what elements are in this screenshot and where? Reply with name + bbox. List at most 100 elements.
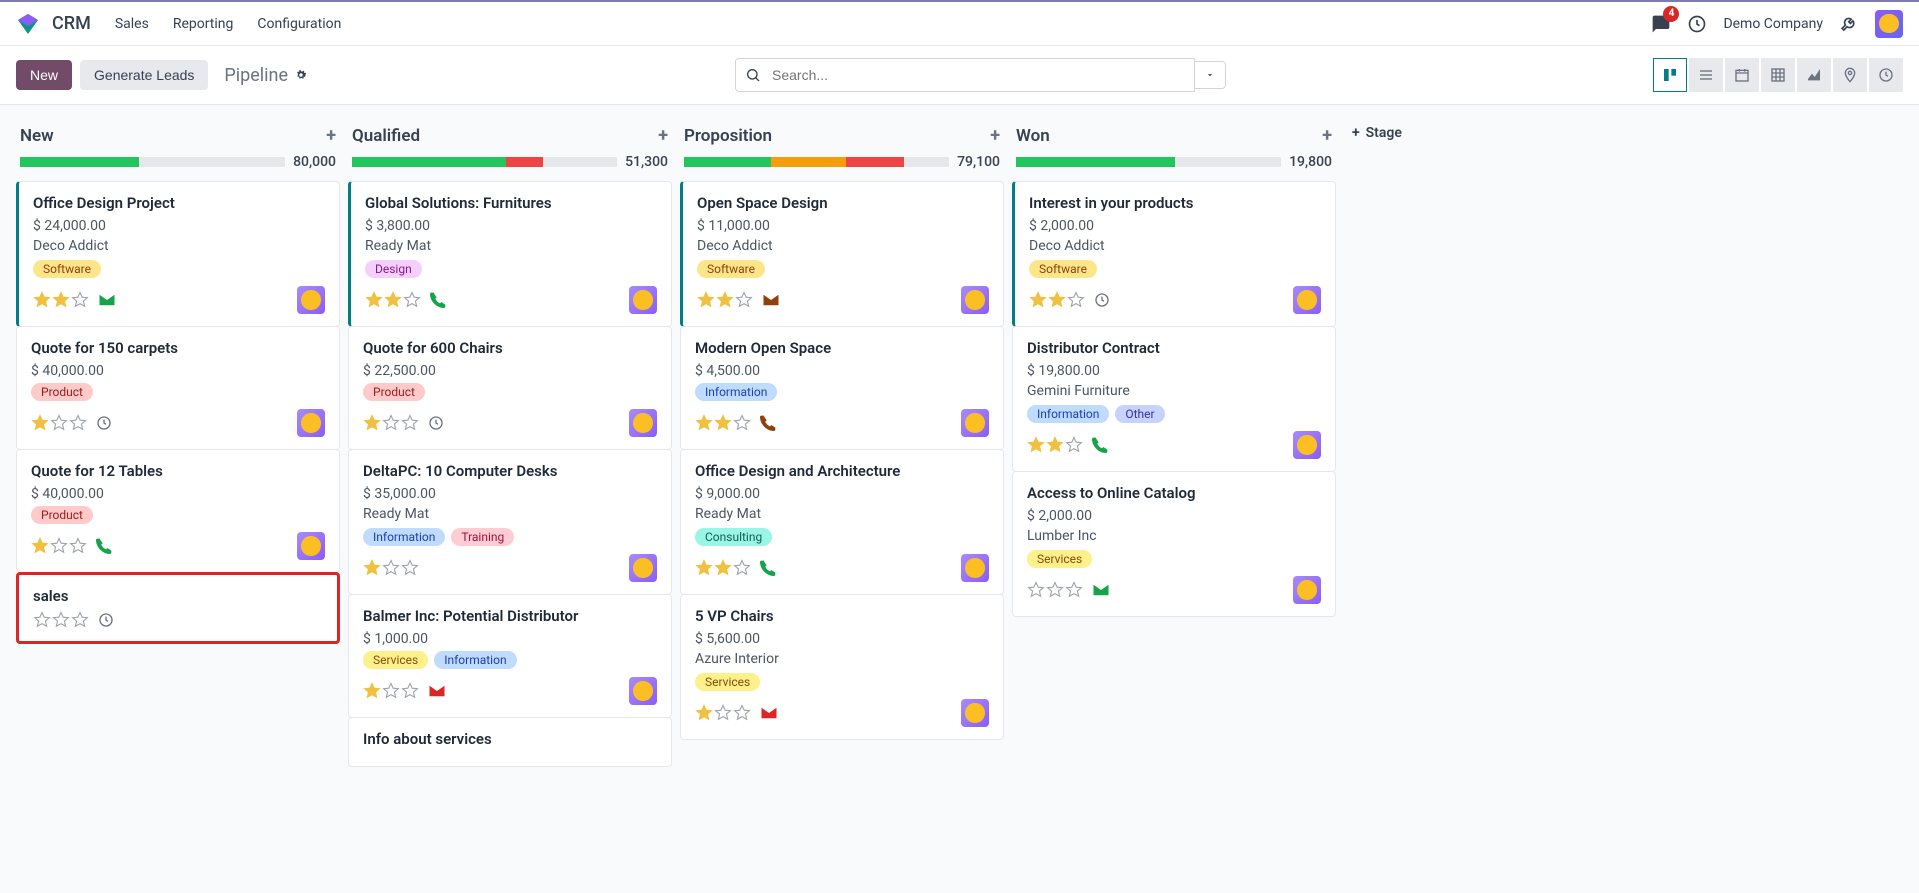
nav-link-configuration[interactable]: Configuration	[257, 16, 341, 32]
messages-button[interactable]: 4	[1651, 14, 1671, 34]
card-tag[interactable]: Services	[1027, 550, 1092, 568]
add-stage-button[interactable]: + Stage	[1352, 125, 1436, 141]
breadcrumb-pipeline[interactable]: Pipeline	[224, 65, 288, 86]
generate-leads-button[interactable]: Generate Leads	[80, 60, 208, 90]
kanban-card[interactable]: Balmer Inc: Potential Distributor$ 1,000…	[348, 594, 672, 718]
card-tag[interactable]: Other	[1115, 405, 1164, 423]
view-activity-button[interactable]	[1869, 58, 1903, 92]
card-priority-stars[interactable]	[695, 704, 778, 722]
column-add-button[interactable]: +	[658, 125, 668, 146]
card-avatar[interactable]	[961, 554, 989, 582]
column-progress-bar[interactable]	[352, 157, 617, 167]
column-add-button[interactable]: +	[326, 125, 336, 146]
card-priority-stars[interactable]	[365, 291, 446, 309]
card-avatar[interactable]	[629, 409, 657, 437]
card-priority-stars[interactable]	[697, 291, 780, 309]
kanban-card[interactable]: Modern Open Space$ 4,500.00Information	[680, 326, 1004, 450]
card-priority-stars[interactable]	[33, 611, 114, 629]
card-avatar[interactable]	[629, 554, 657, 582]
card-avatar[interactable]	[1293, 286, 1321, 314]
card-tag[interactable]: Product	[31, 506, 93, 524]
column-add-button[interactable]: +	[990, 125, 1000, 146]
card-avatar[interactable]	[961, 286, 989, 314]
card-avatar[interactable]	[1293, 576, 1321, 604]
column-title[interactable]: Won	[1016, 126, 1050, 146]
card-tag[interactable]: Software	[1029, 260, 1097, 278]
gear-icon[interactable]	[294, 68, 308, 82]
view-pivot-button[interactable]	[1761, 58, 1795, 92]
kanban-card[interactable]: Global Solutions: Furnitures$ 3,800.00Re…	[348, 181, 672, 327]
debug-tools-icon[interactable]	[1839, 14, 1859, 34]
kanban-card[interactable]: Office Design and Architecture$ 9,000.00…	[680, 449, 1004, 595]
card-tag[interactable]: Information	[363, 528, 445, 546]
card-activity-icon[interactable]	[98, 612, 114, 628]
card-tag[interactable]: Software	[697, 260, 765, 278]
app-title[interactable]: CRM	[52, 13, 91, 34]
kanban-card[interactable]: Quote for 12 Tables$ 40,000.00Product	[16, 449, 340, 573]
card-activity-icon[interactable]	[762, 291, 780, 309]
new-button[interactable]: New	[16, 60, 72, 90]
card-activity-icon[interactable]	[96, 538, 112, 554]
card-avatar[interactable]	[297, 409, 325, 437]
kanban-card[interactable]: Office Design Project$ 24,000.00Deco Add…	[16, 181, 340, 327]
card-avatar[interactable]	[1293, 431, 1321, 459]
view-graph-button[interactable]	[1797, 58, 1831, 92]
column-title[interactable]: New	[20, 126, 54, 146]
nav-link-reporting[interactable]: Reporting	[173, 16, 234, 32]
card-activity-icon[interactable]	[1092, 437, 1108, 453]
card-tag[interactable]: Product	[31, 383, 93, 401]
column-add-button[interactable]: +	[1322, 125, 1332, 146]
kanban-card[interactable]: Access to Online Catalog$ 2,000.00Lumber…	[1012, 471, 1336, 617]
card-priority-stars[interactable]	[695, 559, 776, 577]
card-priority-stars[interactable]	[31, 537, 112, 555]
card-priority-stars[interactable]	[33, 291, 116, 309]
card-priority-stars[interactable]	[1029, 291, 1110, 309]
card-priority-stars[interactable]	[363, 559, 419, 577]
card-tag[interactable]: Services	[363, 651, 428, 669]
user-avatar[interactable]	[1875, 10, 1903, 38]
kanban-card[interactable]: Info about services	[348, 717, 672, 767]
column-title[interactable]: Qualified	[352, 126, 420, 146]
kanban-card[interactable]: Quote for 600 Chairs$ 22,500.00Product	[348, 326, 672, 450]
column-progress-bar[interactable]	[20, 157, 285, 167]
card-activity-icon[interactable]	[98, 291, 116, 309]
view-list-button[interactable]	[1689, 58, 1723, 92]
card-avatar[interactable]	[961, 699, 989, 727]
column-progress-bar[interactable]	[1016, 157, 1281, 167]
kanban-card[interactable]: Interest in your products$ 2,000.00Deco …	[1012, 181, 1336, 327]
kanban-card[interactable]: Quote for 150 carpets$ 40,000.00Product	[16, 326, 340, 450]
card-avatar[interactable]	[297, 286, 325, 314]
kanban-card[interactable]: 5 VP Chairs$ 5,600.00Azure InteriorServi…	[680, 594, 1004, 740]
view-calendar-button[interactable]	[1725, 58, 1759, 92]
card-activity-icon[interactable]	[760, 704, 778, 722]
card-tag[interactable]: Product	[363, 383, 425, 401]
card-tag[interactable]: Design	[365, 260, 422, 278]
card-avatar[interactable]	[297, 532, 325, 560]
view-map-button[interactable]	[1833, 58, 1867, 92]
card-tag[interactable]: Training	[451, 528, 514, 546]
nav-link-sales[interactable]: Sales	[115, 16, 149, 32]
card-activity-icon[interactable]	[760, 415, 776, 431]
search-input[interactable]	[735, 58, 1195, 92]
card-tag[interactable]: Services	[695, 673, 760, 691]
kanban-card[interactable]: Open Space Design$ 11,000.00Deco AddictS…	[680, 181, 1004, 327]
search-dropdown-toggle[interactable]	[1195, 61, 1226, 89]
card-activity-icon[interactable]	[428, 682, 446, 700]
card-avatar[interactable]	[961, 409, 989, 437]
card-activity-icon[interactable]	[1094, 292, 1110, 308]
card-tag[interactable]: Information	[695, 383, 777, 401]
card-activity-icon[interactable]	[430, 292, 446, 308]
card-activity-icon[interactable]	[1092, 581, 1110, 599]
card-priority-stars[interactable]	[1027, 436, 1108, 454]
card-activity-icon[interactable]	[760, 560, 776, 576]
card-priority-stars[interactable]	[695, 414, 776, 432]
view-kanban-button[interactable]	[1653, 58, 1687, 92]
card-avatar[interactable]	[629, 677, 657, 705]
card-priority-stars[interactable]	[1027, 581, 1110, 599]
card-tag[interactable]: Consulting	[695, 528, 772, 546]
card-activity-icon[interactable]	[96, 415, 112, 431]
column-progress-bar[interactable]	[684, 157, 949, 167]
company-selector[interactable]: Demo Company	[1723, 16, 1823, 32]
card-priority-stars[interactable]	[363, 682, 446, 700]
card-tag[interactable]: Information	[434, 651, 516, 669]
